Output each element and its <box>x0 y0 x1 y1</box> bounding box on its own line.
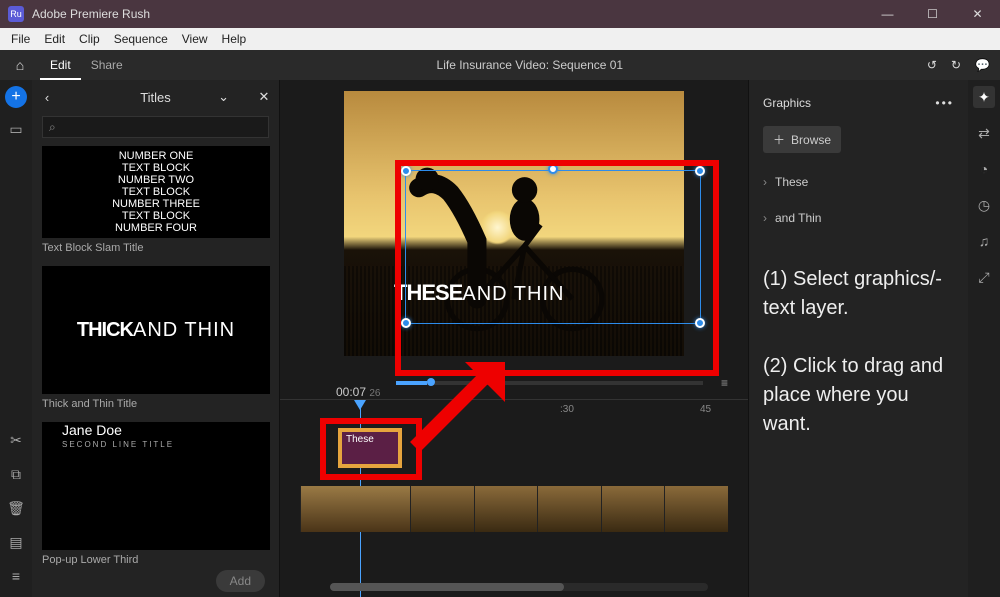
app-logo-icon: Ru <box>8 6 24 22</box>
annotation-highlight <box>395 160 719 376</box>
project-icon[interactable]: ▭ <box>5 118 27 140</box>
video-clip[interactable] <box>601 486 665 532</box>
transform-tool-icon[interactable]: ⤢ <box>973 266 995 288</box>
speed-tool-icon[interactable]: ◷ <box>973 194 995 216</box>
titles-panel: ‹ Titles ⌄ ✕ ⌕ NUMBER ONE TEXT BLOCK NUM… <box>32 80 280 597</box>
thumb-caption: Text Block Slam Title <box>42 242 269 254</box>
scissors-icon[interactable]: ✂ <box>5 429 27 451</box>
redo-icon[interactable]: ↻ <box>951 58 961 72</box>
layer-section[interactable]: › These <box>763 175 954 189</box>
layer-section[interactable]: › and Thin <box>763 211 954 225</box>
window-minimize-button[interactable]: — <box>865 0 910 28</box>
app-name: Adobe Premiere Rush <box>32 7 150 21</box>
menu-view[interactable]: View <box>175 28 215 50</box>
panel-menu-icon[interactable]: ••• <box>935 96 954 110</box>
panel-back-icon[interactable]: ‹ <box>32 90 62 105</box>
search-icon: ⌕ <box>49 120 56 135</box>
menu-help[interactable]: Help <box>215 28 254 50</box>
browse-button[interactable]: ＋ Browse <box>763 126 841 153</box>
timecode-display: 00:07 26 <box>336 385 381 399</box>
preview-monitor[interactable]: THESEAND THIN <box>280 80 748 367</box>
comment-icon[interactable]: 💬 <box>975 58 990 72</box>
fullscreen-icon[interactable]: ≡ <box>721 376 728 390</box>
chevron-right-icon: › <box>763 175 767 189</box>
video-track[interactable] <box>300 486 728 532</box>
right-rail: ✦ ⇄ ◔ ◷ ♫ ⤢ <box>968 80 1000 597</box>
tracks-icon[interactable]: ▤ <box>5 531 27 553</box>
window-close-button[interactable]: ✕ <box>955 0 1000 28</box>
transitions-tool-icon[interactable]: ⇄ <box>973 122 995 144</box>
thumb-caption: Pop-up Lower Third <box>42 554 269 565</box>
center-area: THESEAND THIN 00:07 26 ≡ <box>280 80 748 597</box>
color-tool-icon[interactable]: ◔ <box>973 158 995 180</box>
graphics-panel: Graphics ••• ＋ Browse › These › and Thin… <box>748 80 968 597</box>
timeline-scrollbar[interactable] <box>330 583 708 591</box>
window-titlebar: Ru Adobe Premiere Rush — ☐ ✕ <box>0 0 1000 28</box>
title-preset-thumb[interactable]: THICKAND THIN <box>42 266 270 394</box>
tab-edit[interactable]: Edit <box>40 50 81 80</box>
video-clip[interactable] <box>300 486 410 532</box>
video-clip[interactable] <box>537 486 601 532</box>
delete-icon[interactable]: 🗑 <box>5 497 27 519</box>
sequence-title: Life Insurance Video: Sequence 01 <box>133 58 927 72</box>
chevron-right-icon: › <box>763 211 767 225</box>
search-input[interactable]: ⌕ <box>42 116 269 138</box>
home-icon[interactable]: ⌂ <box>0 57 40 73</box>
panel-dropdown-icon[interactable]: ⌄ <box>218 89 229 105</box>
graphics-heading: Graphics <box>763 96 811 110</box>
video-clip[interactable] <box>410 486 474 532</box>
tab-share[interactable]: Share <box>81 50 133 80</box>
menu-clip[interactable]: Clip <box>72 28 107 50</box>
title-preset-thumb[interactable]: NUMBER ONE TEXT BLOCK NUMBER TWO TEXT BL… <box>42 146 270 238</box>
add-media-button[interactable]: + <box>5 86 27 108</box>
title-preset-thumb[interactable]: Jane Doe SECOND LINE TITLE <box>42 422 270 550</box>
video-clip[interactable] <box>664 486 728 532</box>
undo-icon[interactable]: ↺ <box>927 58 937 72</box>
thumb-caption: Thick and Thin Title <box>42 398 269 410</box>
window-maximize-button[interactable]: ☐ <box>910 0 955 28</box>
panel-close-icon[interactable]: ✕ <box>249 89 279 105</box>
menu-bar: File Edit Clip Sequence View Help <box>0 28 1000 50</box>
annotation-instructions: (1) Select graphics/­text layer. (2) Cli… <box>763 265 954 439</box>
timeline[interactable]: :30 45 These <box>280 399 748 597</box>
add-title-button[interactable]: Add <box>216 570 265 592</box>
plus-icon: ＋ <box>773 131 785 148</box>
titles-tool-icon[interactable]: ✦ <box>973 86 995 108</box>
left-rail: + ▭ ✂ ⧉ 🗑 ▤ ≡ <box>0 80 32 597</box>
audio-tool-icon[interactable]: ♫ <box>973 230 995 252</box>
menu-sequence[interactable]: Sequence <box>107 28 175 50</box>
annotation-highlight <box>320 418 422 480</box>
menu-file[interactable]: File <box>4 28 37 50</box>
video-clip[interactable] <box>474 486 538 532</box>
menu-edit[interactable]: Edit <box>37 28 72 50</box>
expand-icon[interactable]: ≡ <box>5 565 27 587</box>
playhead-scrubber[interactable] <box>396 381 703 385</box>
duplicate-icon[interactable]: ⧉ <box>5 463 27 485</box>
app-bar: ⌂ Edit Share Life Insurance Video: Seque… <box>0 50 1000 80</box>
